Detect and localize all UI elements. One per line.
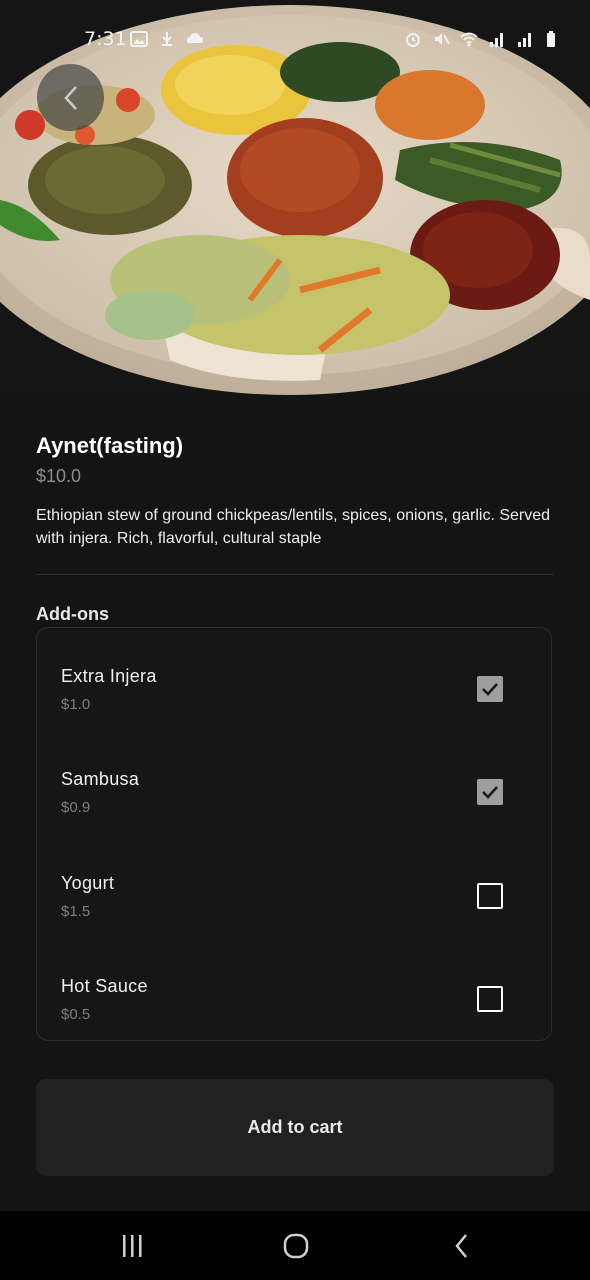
addon-row-extra-injera[interactable]: Extra Injera $1.0 — [37, 636, 553, 739]
recent-apps-icon — [123, 1235, 142, 1257]
signal-icon — [490, 33, 503, 47]
addon-checkbox[interactable] — [477, 883, 503, 909]
signal-icon — [518, 33, 531, 47]
addons-panel: Extra Injera $1.0 Sambusa $0.9 Yogurt $1… — [36, 627, 552, 1041]
injera-platter-photo — [0, 0, 590, 395]
nav-back-button[interactable] — [447, 1231, 477, 1261]
weather-icon — [187, 33, 203, 43]
item-description: Ethiopian stew of ground chickpeas/lenti… — [36, 507, 551, 547]
back-button[interactable] — [37, 64, 104, 131]
addon-checkbox[interactable] — [477, 779, 503, 805]
addon-checkbox[interactable] — [477, 676, 503, 702]
item-price: $10.0 — [36, 466, 82, 486]
hero-image — [0, 0, 590, 395]
mute-icon — [435, 33, 450, 45]
check-icon — [482, 786, 498, 799]
addon-price: $1.0 — [61, 696, 91, 713]
addon-price: $0.5 — [61, 1006, 91, 1023]
addon-row-sambusa[interactable]: Sambusa $0.9 — [37, 739, 553, 842]
check-icon — [482, 683, 498, 696]
addon-name: Yogurt — [61, 873, 115, 893]
addon-name: Extra Injera — [61, 666, 157, 686]
addon-name: Sambusa — [61, 769, 140, 789]
addon-price: $0.9 — [61, 799, 91, 816]
add-to-cart-button[interactable]: Add to cart — [36, 1079, 554, 1176]
usb-debug-icon — [162, 32, 172, 46]
addon-price: $1.5 — [61, 903, 91, 920]
home-icon — [283, 1233, 309, 1259]
addon-checkbox[interactable] — [477, 986, 503, 1012]
item-title: Aynet(fasting) — [36, 433, 184, 458]
back-icon — [455, 1234, 467, 1258]
divider — [36, 574, 554, 575]
wifi-icon — [460, 32, 478, 47]
recent-apps-button[interactable] — [117, 1231, 147, 1261]
addons-heading: Add-ons — [36, 604, 109, 624]
addon-row-hot-sauce[interactable]: Hot Sauce $0.5 — [37, 946, 553, 1049]
system-nav-bar — [0, 1211, 590, 1280]
chevron-left-icon — [63, 85, 77, 110]
battery-icon — [547, 31, 555, 47]
home-button[interactable] — [281, 1231, 311, 1261]
alarm-icon — [406, 33, 420, 47]
status-time: 7:31 — [84, 28, 127, 50]
gallery-icon — [130, 31, 148, 47]
status-bar: 7:31 — [0, 22, 590, 58]
addon-row-yogurt[interactable]: Yogurt $1.5 — [37, 843, 553, 946]
addon-name: Hot Sauce — [61, 976, 148, 996]
